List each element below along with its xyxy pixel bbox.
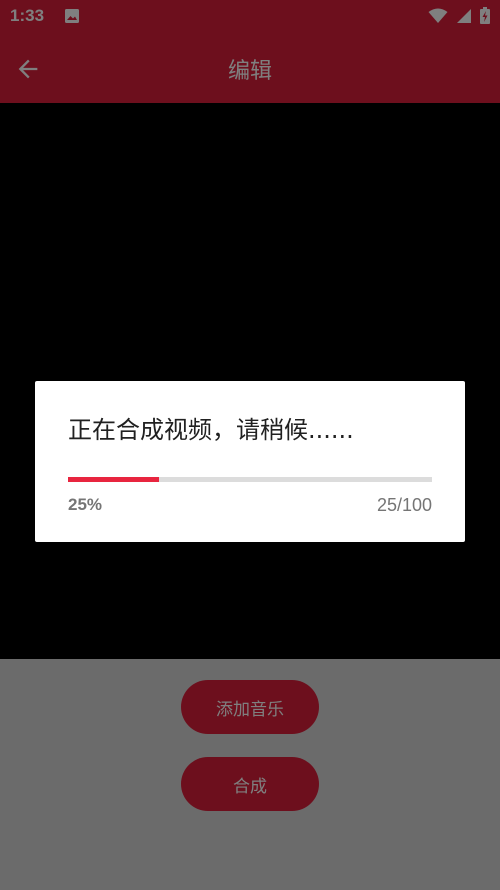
progress-bar [68, 477, 432, 482]
progress-percent: 25% [68, 495, 103, 514]
dialog-message: 正在合成视频，请稍候...... [68, 416, 354, 444]
progress-bar-fill [68, 477, 159, 482]
progress-count: 25/100 [376, 495, 432, 515]
screen: 1:33 编辑 添加音乐 合成 正 [0, 0, 500, 890]
progress-dialog: 正在合成视频，请稍候...... 25% 25/100 [35, 381, 465, 542]
